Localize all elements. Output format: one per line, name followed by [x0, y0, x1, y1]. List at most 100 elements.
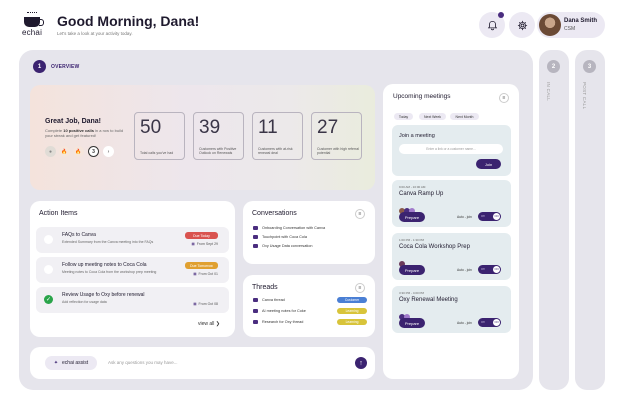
steam-icon: [27, 12, 37, 16]
attendee-avatars: [399, 307, 410, 320]
meeting-name: Coca Cola Workshop Prep: [399, 244, 470, 250]
stat-label: Customer with high referral potential: [317, 147, 360, 155]
filter-button[interactable]: ≡: [355, 209, 365, 219]
view-all-link[interactable]: view all ❯: [198, 321, 220, 327]
action-item[interactable]: Follow up meeting notes to Coca Cola Mee…: [36, 257, 229, 283]
stat-card: 39 Customers with Positive Outlook on Re…: [193, 112, 244, 160]
join-meeting-input[interactable]: Enter a link or a customer name...: [399, 144, 503, 154]
thread-icon: [253, 309, 258, 313]
user-profile-button[interactable]: Dana Smith CSM: [537, 12, 605, 38]
meeting-time: 1:00 PM - 1:30 PM: [399, 238, 425, 242]
filter-icon: ≡: [358, 211, 362, 217]
sparkle-icon: ✦: [53, 360, 59, 366]
action-item-desc: Extended Summary from the Canva meeting …: [62, 240, 154, 244]
prepare-button[interactable]: Prepare: [399, 265, 425, 275]
checkbox[interactable]: [44, 235, 53, 244]
notifications-button[interactable]: [479, 12, 505, 38]
checkbox[interactable]: [44, 265, 53, 274]
echai-assist-button[interactable]: ✦ echai assist: [45, 356, 97, 370]
conversation-item[interactable]: Touchpoint with Coca Cola: [253, 235, 307, 239]
thread-badge: Learning: [337, 308, 367, 314]
meeting-name: Oxy Renewal Meeting: [399, 297, 458, 303]
action-item[interactable]: ✓ Review Usage fo Oxy before renewal Add…: [36, 287, 229, 313]
conversations-title: Conversations: [252, 210, 297, 217]
bell-icon: [487, 20, 497, 30]
tab-next-month[interactable]: Next Month: [450, 113, 479, 120]
page-title: Good Morning, Dana!: [57, 13, 200, 29]
logo-text: echai: [21, 28, 43, 37]
prepare-button[interactable]: Prepare: [399, 212, 425, 222]
meeting-name: Canva Ramp Up: [399, 191, 444, 197]
join-button[interactable]: Join: [476, 159, 501, 169]
settings-button[interactable]: [509, 12, 535, 38]
meetings-title: Upcoming meetings: [393, 93, 451, 100]
stat-value: 27: [317, 117, 339, 138]
stat-label: Total calls you've had: [140, 151, 174, 155]
action-item[interactable]: FAQs to Canva Extended Summary from the …: [36, 227, 229, 253]
post-call-label: POST CALL: [582, 82, 587, 110]
tab-today[interactable]: Today: [394, 113, 413, 120]
action-items-title: Action Items: [39, 210, 78, 217]
chat-icon: [253, 244, 258, 248]
send-button[interactable]: ↑: [355, 357, 367, 369]
step-overview-number[interactable]: 1: [33, 60, 46, 73]
stat-card: 50 Total calls you've had: [134, 112, 185, 160]
checkmark-icon[interactable]: ✓: [44, 295, 53, 304]
action-item-title: FAQs to Canva: [62, 232, 96, 238]
echai-logo[interactable]: echai: [18, 12, 46, 37]
action-item-date: From Sept 29: [191, 242, 218, 246]
action-item-date: From Oct 01: [193, 272, 218, 276]
filter-icon: ≡: [502, 95, 506, 101]
thread-badge: Customer: [337, 297, 367, 303]
action-item-desc: Add reflection for usage data: [62, 300, 107, 304]
conversation-item[interactable]: Onboarding Conversation with Canva: [253, 226, 325, 230]
auto-join-label: Auto - join: [457, 215, 472, 219]
prepare-button[interactable]: Prepare: [399, 318, 425, 328]
action-item-title: Review Usage fo Oxy before renewal: [62, 292, 145, 298]
thread-item[interactable]: AI meeting notes for Coke: [253, 309, 306, 313]
due-badge: Due Today: [185, 232, 218, 239]
filter-button[interactable]: ≡: [499, 93, 509, 103]
join-meeting-title: Join a meeting: [399, 133, 435, 139]
flame-icon: 🔥: [59, 146, 70, 157]
filter-button[interactable]: ≡: [355, 283, 365, 293]
thread-icon: [253, 298, 258, 302]
page-subtitle: Let's take a look at your activity today…: [57, 31, 133, 36]
action-item-desc: Meeting notes to Coca Cola from the work…: [62, 270, 157, 274]
stat-card: 27 Customer with high referral potential: [311, 112, 362, 160]
stat-value: 50: [140, 117, 162, 138]
assist-input[interactable]: Ask any questions you may have...: [108, 360, 178, 365]
tab-next-week[interactable]: Next Week: [419, 113, 446, 120]
meeting-time: 9:00 AM - 10:00 AM: [399, 185, 426, 189]
summary-title: Great Job, Dana!: [45, 118, 102, 125]
auto-join-toggle[interactable]: Off ON: [478, 318, 501, 327]
arrow-up-icon: ↑: [359, 359, 363, 367]
user-name: Dana Smith: [564, 18, 598, 24]
thread-badge: Learning: [337, 319, 367, 325]
thread-icon: [253, 320, 258, 324]
overview-label: OVERVIEW: [51, 64, 80, 70]
due-badge: Due Tomorrow: [185, 262, 218, 269]
step-in-call-number: 2: [547, 60, 560, 73]
auto-join-toggle[interactable]: Off ON: [478, 212, 501, 221]
thread-item[interactable]: Research for Oxy thread: [253, 320, 303, 324]
chat-icon: [253, 235, 258, 239]
stat-label: Customers with Positive Outlook on Renew…: [199, 147, 237, 155]
post-call-panel[interactable]: 3 POST CALL: [575, 50, 605, 390]
step-post-call-number: 3: [583, 60, 596, 73]
in-call-label: IN CALL: [546, 82, 551, 102]
auto-join-toggle[interactable]: Off ON: [478, 265, 501, 274]
attendee-avatars: +2: [399, 201, 420, 215]
action-item-title: Follow up meeting notes to Coca Cola: [62, 262, 147, 268]
conversation-item[interactable]: Oxy Usage Data conversation: [253, 244, 312, 248]
meeting-time: 3:30 PM - 4:00 PM: [399, 291, 425, 295]
stat-value: 11: [258, 117, 278, 138]
in-call-panel[interactable]: 2 IN CALL: [539, 50, 569, 390]
threads-title: Threads: [252, 284, 278, 291]
streak-next-button[interactable]: ›: [103, 146, 114, 157]
avatar: [539, 14, 561, 36]
user-role: CSM: [564, 26, 576, 32]
thread-item[interactable]: Canva thread: [253, 298, 285, 302]
top-bar: echai Good Morning, Dana! Let's take a l…: [0, 0, 622, 48]
coffee-cup-icon: [24, 17, 44, 27]
